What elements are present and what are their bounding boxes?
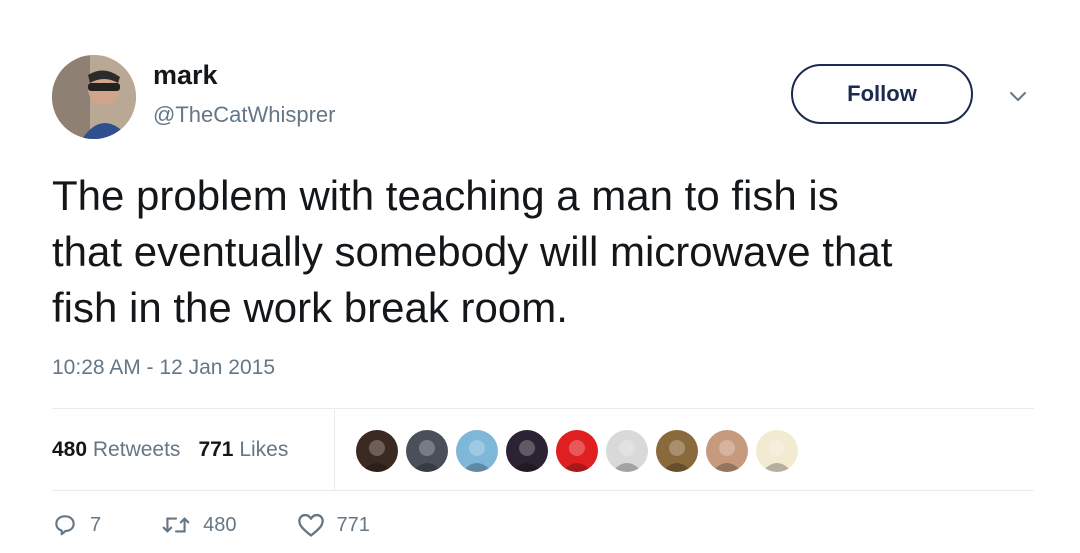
likes-stat[interactable]: 771 Likes — [198, 438, 288, 462]
liker-avatar[interactable] — [356, 430, 398, 472]
heart-icon — [297, 513, 324, 537]
retweet-action[interactable]: 480 — [161, 512, 237, 538]
liker-avatar[interactable] — [456, 430, 498, 472]
liker-avatar[interactable] — [506, 430, 548, 472]
retweet-count: 480 — [203, 513, 237, 536]
tweet-card: mark @TheCatWhisprer Follow The problem … — [0, 0, 1080, 553]
liker-avatar-image — [512, 440, 542, 472]
liker-avatar-image — [712, 440, 742, 472]
avatar[interactable] — [52, 55, 136, 139]
liker-avatar[interactable] — [606, 430, 648, 472]
reply-action[interactable]: 7 — [52, 512, 101, 538]
liker-avatar[interactable] — [706, 430, 748, 472]
liker-avatar-image — [612, 440, 642, 472]
likers-avatars — [356, 430, 806, 472]
tweet-timestamp[interactable]: 10:28 AM - 12 Jan 2015 — [52, 356, 275, 380]
like-count: 771 — [336, 513, 370, 536]
reply-count: 7 — [90, 513, 102, 536]
tweet-text: The problem with teaching a man to fish … — [52, 172, 893, 331]
retweets-stat[interactable]: 480 Retweets — [52, 438, 180, 462]
retweet-icon — [162, 517, 190, 533]
tweet-stats: 480 Retweets 771 Likes — [52, 430, 306, 470]
stats-separator — [334, 410, 335, 490]
retweets-label: Retweets — [92, 438, 181, 461]
reply-icon — [55, 515, 75, 536]
tweet-actions: 7 480 771 — [52, 512, 430, 538]
divider-bottom — [52, 490, 1034, 491]
chevron-down-icon[interactable] — [1006, 84, 1030, 108]
user-handle[interactable]: @TheCatWhisprer — [153, 102, 336, 128]
liker-avatar[interactable] — [756, 430, 798, 472]
user-name[interactable]: mark — [153, 60, 218, 91]
liker-avatar-image — [762, 440, 792, 472]
liker-avatar[interactable] — [556, 430, 598, 472]
like-action[interactable]: 771 — [297, 512, 370, 538]
liker-avatar[interactable] — [656, 430, 698, 472]
divider-top — [52, 408, 1034, 409]
likes-label: Likes — [239, 438, 289, 461]
liker-avatar-image — [562, 440, 592, 472]
liker-avatar[interactable] — [406, 430, 448, 472]
follow-button[interactable]: Follow — [791, 64, 973, 124]
likes-count: 771 — [198, 438, 234, 461]
liker-avatar-image — [412, 440, 442, 472]
liker-avatar-image — [662, 440, 692, 472]
liker-avatar-image — [462, 440, 492, 472]
retweets-count: 480 — [52, 438, 88, 461]
liker-avatar-image — [362, 440, 392, 472]
avatar-image — [52, 55, 136, 139]
